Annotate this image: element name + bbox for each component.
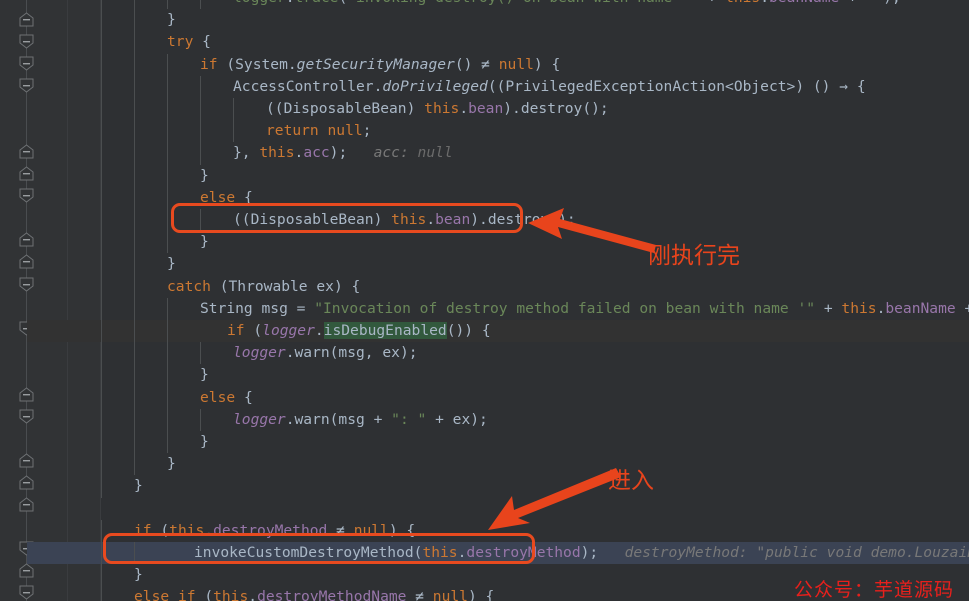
code-line-text: String msg = "Invocation of destroy meth… <box>200 299 969 317</box>
code-line[interactable] <box>0 498 969 520</box>
code-line[interactable]: } <box>0 9 969 31</box>
code-line-text: }, this.acc); acc: null <box>233 144 453 162</box>
code-line-text: if (logger.isDebugEnabled()) { <box>227 322 491 339</box>
code-line-text: try { <box>167 33 211 51</box>
code-line[interactable]: } <box>0 253 969 275</box>
code-line-text: logger.trace( invoking destroy() on bean… <box>101 0 901 6</box>
code-line[interactable]: AccessController.doPrivileged((Privilege… <box>0 76 969 98</box>
code-line[interactable]: } <box>0 475 969 497</box>
code-line[interactable]: if (System.getSecurityManager() ≠ null) … <box>0 54 969 76</box>
code-line[interactable]: } <box>0 231 969 253</box>
code-line[interactable]: try { <box>0 31 969 53</box>
watermark: 公众号：芋道源码 <box>794 579 955 601</box>
code-line[interactable]: } <box>0 431 969 453</box>
code-content[interactable]: logger.trace( invoking destroy() on bean… <box>0 0 969 601</box>
code-line[interactable]: logger.warn(msg + ": " + ex); <box>0 409 969 431</box>
code-line[interactable]: invokeCustomDestroyMethod(this.destroyMe… <box>27 542 969 565</box>
code-line-text: } <box>167 11 176 29</box>
code-line-text: logger.warn(msg, ex); <box>233 344 418 362</box>
code-line-text: } <box>134 566 143 584</box>
code-line[interactable]: if (logger.isDebugEnabled()) { <box>27 320 969 343</box>
code-line-text: } <box>200 366 209 384</box>
code-line[interactable]: else { <box>0 387 969 409</box>
code-line-text: ((DisposableBean) this.bean).destroy(); <box>266 100 609 117</box>
code-line-text: if (this.destroyMethod ≠ null) { <box>134 521 416 539</box>
code-line-text: else if (this.destroyMethodName ≠ null) … <box>134 588 495 601</box>
callout-label-2: 进入 <box>608 468 654 494</box>
code-line-text: } <box>200 166 209 184</box>
callout-label-1: 刚执行完 <box>648 243 740 269</box>
code-line[interactable]: logger.warn(msg, ex); <box>0 342 969 364</box>
code-editor[interactable]: logger.trace( invoking destroy() on bean… <box>0 0 969 601</box>
code-line-text: } <box>200 233 209 251</box>
code-line[interactable]: } <box>0 364 969 386</box>
code-line-text: return null; <box>266 122 372 140</box>
code-line[interactable]: } <box>0 165 969 187</box>
code-line[interactable]: ((DisposableBean) this.bean).destroy(); <box>0 98 969 120</box>
code-line[interactable]: } <box>0 453 969 475</box>
code-line-text: logger.warn(msg + ": " + ex); <box>233 410 488 428</box>
code-line-text: catch (Throwable ex) { <box>167 277 361 295</box>
code-line-text: ((DisposableBean) this.bean).destroy(); <box>233 211 576 228</box>
code-line-text: AccessController.doPrivileged((Privilege… <box>233 77 866 95</box>
code-line[interactable]: logger.trace( invoking destroy() on bean… <box>0 0 969 9</box>
code-line-text: } <box>167 255 176 273</box>
code-line-text: else { <box>200 388 253 406</box>
code-line[interactable]: ((DisposableBean) this.bean).destroy(); <box>0 209 969 231</box>
code-line[interactable]: return null; <box>0 120 969 142</box>
code-line[interactable]: else { <box>0 187 969 209</box>
code-line[interactable]: }, this.acc); acc: null <box>0 142 969 164</box>
code-line[interactable]: if (this.destroyMethod ≠ null) { <box>0 520 969 542</box>
code-line-text: invokeCustomDestroyMethod(this.destroyMe… <box>194 544 969 561</box>
code-line-text: if (System.getSecurityManager() ≠ null) … <box>200 55 561 73</box>
code-line[interactable]: String msg = "Invocation of destroy meth… <box>0 298 969 320</box>
code-line[interactable]: catch (Throwable ex) { <box>0 276 969 298</box>
code-line-text: } <box>134 477 143 495</box>
code-line-text: } <box>167 455 176 473</box>
code-line-text: else { <box>200 188 253 206</box>
code-line-text: } <box>200 433 209 450</box>
